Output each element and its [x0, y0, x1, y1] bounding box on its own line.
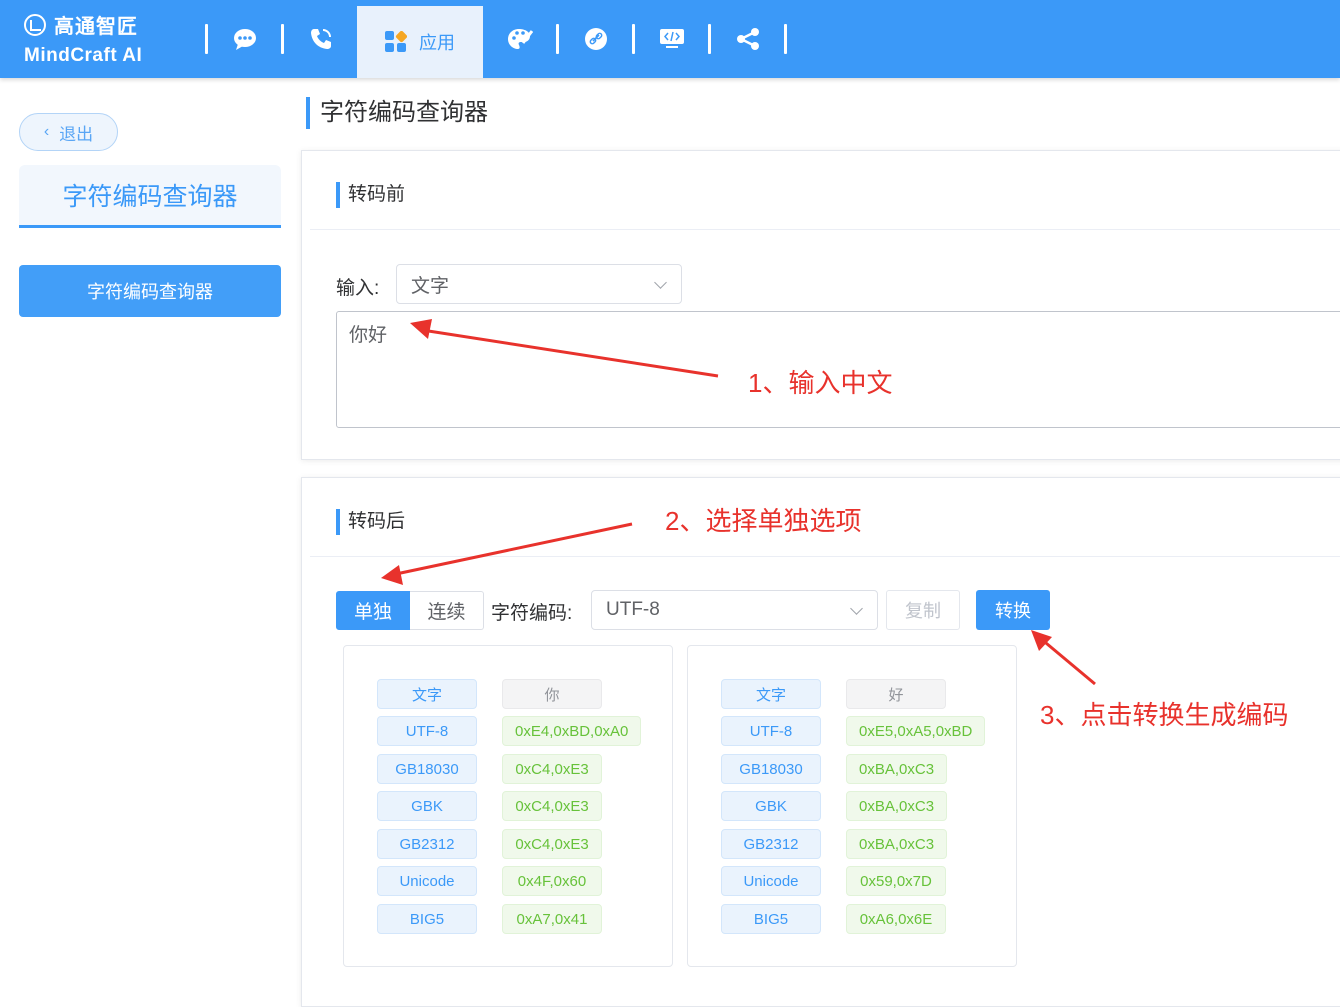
annotation-step1: 1、输入中文: [748, 368, 893, 398]
code-icon: [659, 29, 684, 48]
sidebar-title: 字符编码查询器: [19, 165, 281, 228]
result-row: GB18030 0xBA,0xC3: [721, 754, 948, 784]
result-value: 0xE4,0xBD,0xA0: [502, 716, 642, 746]
result-char: 好: [846, 679, 946, 709]
result-key: BIG5: [721, 904, 821, 934]
encoding-label: 字符编码:: [491, 603, 573, 624]
brand-name-en: MindCraft AI: [24, 45, 143, 66]
result-value: 0xA7,0x41: [502, 904, 602, 934]
chat-icon: [233, 29, 256, 50]
sidebar-item-charset-query[interactable]: 字符编码查询器: [19, 265, 281, 317]
result-row: GB2312 0xBA,0xC3: [721, 829, 948, 859]
result-key: GBK: [377, 791, 477, 821]
divider: [310, 229, 1340, 230]
result-row: GB2312 0xC4,0xE3: [377, 829, 602, 859]
convert-button[interactable]: 转换: [976, 590, 1050, 630]
result-key: Unicode: [721, 866, 821, 896]
result-row: BIG5 0xA7,0x41: [377, 904, 602, 934]
result-row: Unicode 0x59,0x7D: [721, 866, 946, 896]
nav-apps[interactable]: 应用: [357, 6, 483, 78]
nav-link[interactable]: [559, 0, 632, 78]
exit-button-label: 退出: [59, 124, 94, 144]
result-row: UTF-8 0xE4,0xBD,0xA0: [377, 716, 642, 746]
result-key: Unicode: [377, 866, 477, 896]
after-convert-card: 转码后 单独 连续 字符编码: UTF-8 复制 转换 文字你 UTF-8 0xE…: [301, 477, 1340, 1007]
result-value: 0xBA,0xC3: [846, 791, 948, 821]
result-row: GB18030 0xC4,0xE3: [377, 754, 602, 784]
after-heading: 转码后: [336, 509, 405, 535]
brand-mark-icon: [24, 13, 46, 36]
phone-icon: [310, 29, 331, 49]
result-key: UTF-8: [721, 716, 821, 746]
result-value: 0xE5,0xA5,0xBD: [846, 716, 986, 746]
result-row: Unicode 0x4F,0x60: [377, 866, 602, 896]
palette-icon: [507, 29, 533, 49]
result-value: 0xC4,0xE3: [502, 754, 602, 784]
result-row: 文字好: [721, 679, 946, 709]
nav-apps-label: 应用: [419, 33, 455, 53]
input-type-select[interactable]: 文字: [396, 264, 682, 304]
annotation-step3: 3、点击转换生成编码: [1040, 700, 1289, 730]
input-type-value: 文字: [411, 275, 450, 297]
nav-palette[interactable]: [483, 0, 556, 78]
chevron-down-icon: [850, 602, 863, 615]
result-row: UTF-8 0xE5,0xA5,0xBD: [721, 716, 986, 746]
result-row: GBK 0xC4,0xE3: [377, 791, 602, 821]
result-key: GB18030: [377, 754, 477, 784]
result-value: 0xBA,0xC3: [846, 754, 948, 784]
mode-toggle: 单独 连续: [336, 591, 484, 630]
result-key: GBK: [721, 791, 821, 821]
result-value: 0xA6,0x6E: [846, 904, 946, 934]
before-convert-card: 转码前 输入: 文字 你好: [301, 150, 1340, 460]
nav-separator: [784, 24, 787, 54]
chevron-down-icon: [654, 276, 667, 289]
result-value: 0xBA,0xC3: [846, 829, 948, 859]
apps-icon: [385, 31, 407, 52]
result-key: GB2312: [721, 829, 821, 859]
result-row: BIG5 0xA6,0x6E: [721, 904, 946, 934]
mode-continuous-button[interactable]: 连续: [410, 591, 484, 630]
result-value: 0x59,0x7D: [846, 866, 946, 896]
result-char: 你: [502, 679, 602, 709]
result-key: 文字: [377, 679, 477, 709]
result-row: GBK 0xBA,0xC3: [721, 791, 948, 821]
result-key: BIG5: [377, 904, 477, 934]
brand-logo[interactable]: 高通智匠 MindCraft AI: [24, 10, 142, 67]
copy-button[interactable]: 复制: [886, 590, 960, 630]
encoding-select[interactable]: UTF-8: [591, 590, 878, 630]
result-card: 文字好 UTF-8 0xE5,0xA5,0xBD GB18030 0xBA,0xC3…: [687, 645, 1017, 967]
top-navigation-bar: 高通智匠 MindCraft AI 应用: [0, 0, 1340, 78]
chevron-left-icon: ‹: [43, 123, 50, 140]
input-type-label: 输入:: [336, 278, 380, 299]
annotation-step2: 2、选择单独选项: [665, 506, 862, 536]
exit-button[interactable]: ‹ 退出: [19, 113, 118, 151]
result-key: GB18030: [721, 754, 821, 784]
result-card: 文字你 UTF-8 0xE4,0xBD,0xA0 GB18030 0xC4,0xE3…: [343, 645, 673, 967]
main-nav: 应用: [205, 0, 787, 78]
nav-chat[interactable]: [208, 0, 281, 78]
result-row: 文字你: [377, 679, 602, 709]
nav-phone[interactable]: [284, 0, 357, 78]
nav-code[interactable]: [635, 0, 708, 78]
brand-name-cn: 高通智匠: [54, 16, 138, 38]
result-value: 0x4F,0x60: [502, 866, 602, 896]
mode-single-button[interactable]: 单独: [336, 591, 410, 630]
result-value: 0xC4,0xE3: [502, 829, 602, 859]
link-icon: [584, 28, 607, 50]
page-title: 字符编码查询器: [306, 97, 488, 129]
nav-share[interactable]: [711, 0, 784, 78]
before-heading: 转码前: [336, 182, 405, 208]
encoding-value: UTF-8: [606, 599, 660, 620]
result-key: UTF-8: [377, 716, 477, 746]
divider: [310, 556, 1340, 557]
share-icon: [736, 28, 759, 50]
result-key: 文字: [721, 679, 821, 709]
result-key: GB2312: [377, 829, 477, 859]
result-value: 0xC4,0xE3: [502, 791, 602, 821]
